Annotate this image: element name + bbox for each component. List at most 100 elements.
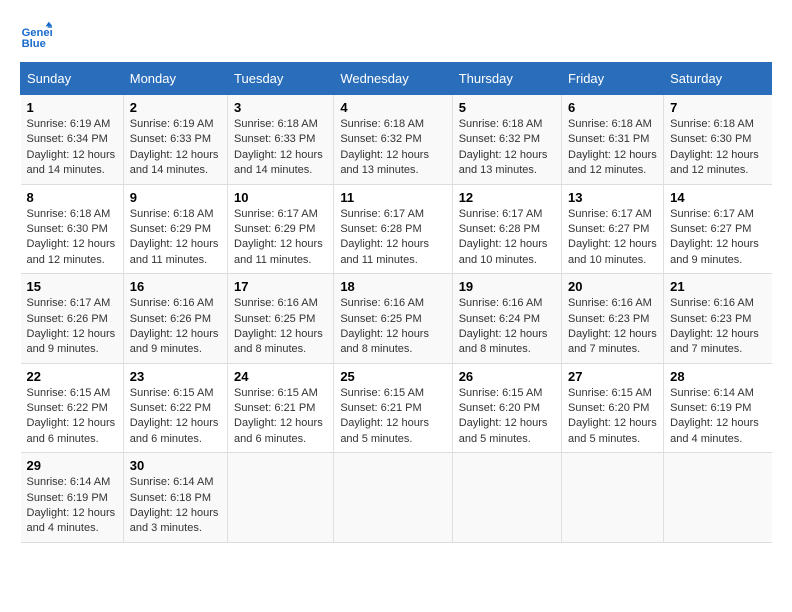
day-number: 21 bbox=[670, 279, 765, 294]
day-info: Sunrise: 6:18 AM Sunset: 6:32 PM Dayligh… bbox=[459, 117, 555, 179]
weekday-header-row: SundayMondayTuesdayWednesdayThursdayFrid… bbox=[21, 63, 772, 95]
daylight-label: Daylight: 12 hours and 14 minutes. bbox=[130, 149, 219, 176]
sunset-label: Sunset: 6:20 PM bbox=[459, 402, 540, 414]
calendar-cell: 1 Sunrise: 6:19 AM Sunset: 6:34 PM Dayli… bbox=[21, 95, 124, 185]
calendar-cell: 20 Sunrise: 6:16 AM Sunset: 6:23 PM Dayl… bbox=[562, 274, 664, 364]
svg-text:Blue: Blue bbox=[22, 38, 46, 50]
sunset-label: Sunset: 6:25 PM bbox=[340, 313, 421, 325]
day-info: Sunrise: 6:19 AM Sunset: 6:33 PM Dayligh… bbox=[130, 117, 221, 179]
sunset-label: Sunset: 6:33 PM bbox=[234, 133, 315, 145]
day-number: 13 bbox=[568, 190, 657, 205]
logo-icon: General Blue bbox=[20, 20, 52, 52]
calendar-cell bbox=[334, 453, 452, 543]
day-info: Sunrise: 6:17 AM Sunset: 6:27 PM Dayligh… bbox=[568, 207, 657, 269]
sunrise-label: Sunrise: 6:18 AM bbox=[459, 118, 543, 130]
sunset-label: Sunset: 6:32 PM bbox=[459, 133, 540, 145]
sunrise-label: Sunrise: 6:17 AM bbox=[568, 208, 652, 220]
calendar-cell: 14 Sunrise: 6:17 AM Sunset: 6:27 PM Dayl… bbox=[664, 184, 772, 274]
calendar-cell: 5 Sunrise: 6:18 AM Sunset: 6:32 PM Dayli… bbox=[452, 95, 561, 185]
sunrise-label: Sunrise: 6:15 AM bbox=[459, 387, 543, 399]
calendar-cell: 8 Sunrise: 6:18 AM Sunset: 6:30 PM Dayli… bbox=[21, 184, 124, 274]
daylight-label: Daylight: 12 hours and 8 minutes. bbox=[459, 328, 548, 355]
sunrise-label: Sunrise: 6:17 AM bbox=[459, 208, 543, 220]
day-number: 29 bbox=[27, 458, 117, 473]
page-header: General Blue bbox=[20, 20, 772, 52]
day-number: 14 bbox=[670, 190, 765, 205]
weekday-header-friday: Friday bbox=[562, 63, 664, 95]
daylight-label: Daylight: 12 hours and 12 minutes. bbox=[568, 149, 657, 176]
sunrise-label: Sunrise: 6:18 AM bbox=[234, 118, 318, 130]
sunset-label: Sunset: 6:22 PM bbox=[27, 402, 108, 414]
daylight-label: Daylight: 12 hours and 11 minutes. bbox=[234, 238, 323, 265]
calendar-cell: 2 Sunrise: 6:19 AM Sunset: 6:33 PM Dayli… bbox=[123, 95, 227, 185]
sunrise-label: Sunrise: 6:18 AM bbox=[340, 118, 424, 130]
calendar-cell: 30 Sunrise: 6:14 AM Sunset: 6:18 PM Dayl… bbox=[123, 453, 227, 543]
sunrise-label: Sunrise: 6:14 AM bbox=[670, 387, 754, 399]
sunrise-label: Sunrise: 6:15 AM bbox=[568, 387, 652, 399]
calendar-cell: 16 Sunrise: 6:16 AM Sunset: 6:26 PM Dayl… bbox=[123, 274, 227, 364]
sunset-label: Sunset: 6:30 PM bbox=[27, 223, 108, 235]
daylight-label: Daylight: 12 hours and 10 minutes. bbox=[568, 238, 657, 265]
daylight-label: Daylight: 12 hours and 8 minutes. bbox=[234, 328, 323, 355]
sunset-label: Sunset: 6:25 PM bbox=[234, 313, 315, 325]
sunrise-label: Sunrise: 6:15 AM bbox=[130, 387, 214, 399]
sunrise-label: Sunrise: 6:15 AM bbox=[27, 387, 111, 399]
sunrise-label: Sunrise: 6:18 AM bbox=[130, 208, 214, 220]
calendar-cell: 4 Sunrise: 6:18 AM Sunset: 6:32 PM Dayli… bbox=[334, 95, 452, 185]
day-info: Sunrise: 6:18 AM Sunset: 6:33 PM Dayligh… bbox=[234, 117, 327, 179]
sunset-label: Sunset: 6:21 PM bbox=[340, 402, 421, 414]
sunrise-label: Sunrise: 6:16 AM bbox=[234, 297, 318, 309]
day-info: Sunrise: 6:19 AM Sunset: 6:34 PM Dayligh… bbox=[27, 117, 117, 179]
daylight-label: Daylight: 12 hours and 12 minutes. bbox=[27, 238, 116, 265]
sunset-label: Sunset: 6:26 PM bbox=[27, 313, 108, 325]
sunrise-label: Sunrise: 6:16 AM bbox=[340, 297, 424, 309]
weekday-header-thursday: Thursday bbox=[452, 63, 561, 95]
day-info: Sunrise: 6:17 AM Sunset: 6:26 PM Dayligh… bbox=[27, 296, 117, 358]
daylight-label: Daylight: 12 hours and 7 minutes. bbox=[568, 328, 657, 355]
sunset-label: Sunset: 6:27 PM bbox=[568, 223, 649, 235]
sunset-label: Sunset: 6:19 PM bbox=[670, 402, 751, 414]
sunrise-label: Sunrise: 6:17 AM bbox=[234, 208, 318, 220]
day-info: Sunrise: 6:18 AM Sunset: 6:30 PM Dayligh… bbox=[27, 207, 117, 269]
calendar-cell: 7 Sunrise: 6:18 AM Sunset: 6:30 PM Dayli… bbox=[664, 95, 772, 185]
daylight-label: Daylight: 12 hours and 13 minutes. bbox=[459, 149, 548, 176]
sunrise-label: Sunrise: 6:17 AM bbox=[27, 297, 111, 309]
day-number: 18 bbox=[340, 279, 445, 294]
daylight-label: Daylight: 12 hours and 5 minutes. bbox=[340, 417, 429, 444]
day-number: 19 bbox=[459, 279, 555, 294]
day-number: 30 bbox=[130, 458, 221, 473]
daylight-label: Daylight: 12 hours and 13 minutes. bbox=[340, 149, 429, 176]
day-info: Sunrise: 6:18 AM Sunset: 6:29 PM Dayligh… bbox=[130, 207, 221, 269]
daylight-label: Daylight: 12 hours and 12 minutes. bbox=[670, 149, 759, 176]
weekday-header-wednesday: Wednesday bbox=[334, 63, 452, 95]
sunrise-label: Sunrise: 6:19 AM bbox=[27, 118, 111, 130]
day-info: Sunrise: 6:18 AM Sunset: 6:32 PM Dayligh… bbox=[340, 117, 445, 179]
day-info: Sunrise: 6:15 AM Sunset: 6:20 PM Dayligh… bbox=[459, 386, 555, 448]
calendar-cell: 6 Sunrise: 6:18 AM Sunset: 6:31 PM Dayli… bbox=[562, 95, 664, 185]
day-info: Sunrise: 6:18 AM Sunset: 6:30 PM Dayligh… bbox=[670, 117, 765, 179]
sunset-label: Sunset: 6:23 PM bbox=[670, 313, 751, 325]
day-number: 25 bbox=[340, 369, 445, 384]
daylight-label: Daylight: 12 hours and 9 minutes. bbox=[130, 328, 219, 355]
calendar-week-row: 8 Sunrise: 6:18 AM Sunset: 6:30 PM Dayli… bbox=[21, 184, 772, 274]
calendar-cell: 22 Sunrise: 6:15 AM Sunset: 6:22 PM Dayl… bbox=[21, 363, 124, 453]
day-number: 11 bbox=[340, 190, 445, 205]
sunset-label: Sunset: 6:34 PM bbox=[27, 133, 108, 145]
sunset-label: Sunset: 6:21 PM bbox=[234, 402, 315, 414]
day-info: Sunrise: 6:15 AM Sunset: 6:20 PM Dayligh… bbox=[568, 386, 657, 448]
day-info: Sunrise: 6:16 AM Sunset: 6:25 PM Dayligh… bbox=[340, 296, 445, 358]
calendar-table: SundayMondayTuesdayWednesdayThursdayFrid… bbox=[20, 62, 772, 543]
weekday-header-sunday: Sunday bbox=[21, 63, 124, 95]
daylight-label: Daylight: 12 hours and 6 minutes. bbox=[27, 417, 116, 444]
daylight-label: Daylight: 12 hours and 10 minutes. bbox=[459, 238, 548, 265]
sunset-label: Sunset: 6:31 PM bbox=[568, 133, 649, 145]
daylight-label: Daylight: 12 hours and 9 minutes. bbox=[670, 238, 759, 265]
day-number: 4 bbox=[340, 100, 445, 115]
daylight-label: Daylight: 12 hours and 11 minutes. bbox=[340, 238, 429, 265]
sunset-label: Sunset: 6:23 PM bbox=[568, 313, 649, 325]
day-info: Sunrise: 6:16 AM Sunset: 6:24 PM Dayligh… bbox=[459, 296, 555, 358]
day-number: 2 bbox=[130, 100, 221, 115]
sunset-label: Sunset: 6:28 PM bbox=[340, 223, 421, 235]
calendar-cell bbox=[452, 453, 561, 543]
weekday-header-saturday: Saturday bbox=[664, 63, 772, 95]
